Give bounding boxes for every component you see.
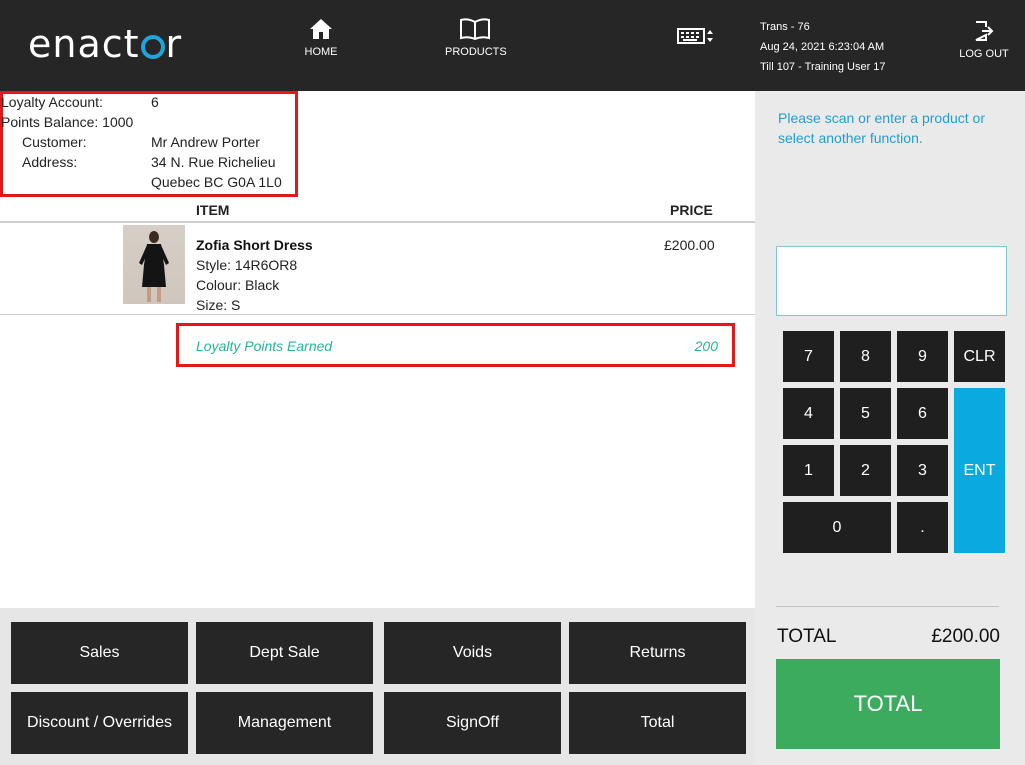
top-bar: enact r HOME PRODUCTS Trans - 76 Aug 24, … — [0, 0, 1025, 91]
key-2[interactable]: 2 — [840, 445, 891, 496]
products-label: PRODUCTS — [445, 46, 507, 58]
discount-overrides-button[interactable]: Discount / Overrides — [11, 692, 188, 754]
home-button[interactable]: HOME — [296, 18, 346, 58]
loyalty-points-label: Loyalty Points Earned — [196, 338, 333, 354]
logout-button[interactable]: LOG OUT — [958, 20, 1010, 60]
key-9[interactable]: 9 — [897, 331, 948, 382]
loyalty-account-value: 6 — [151, 94, 159, 110]
key-3[interactable]: 3 — [897, 445, 948, 496]
total-divider — [776, 606, 999, 607]
function-button-panel: Sales Dept Sale Voids Returns Discount /… — [0, 608, 755, 765]
voids-button[interactable]: Voids — [384, 622, 561, 684]
logo-text: enact r — [28, 22, 183, 66]
key-8[interactable]: 8 — [840, 331, 891, 382]
customer-name: Mr Andrew Porter — [151, 134, 260, 150]
total-function-button[interactable]: Total — [569, 692, 746, 754]
key-5[interactable]: 5 — [840, 388, 891, 439]
dept-sale-button[interactable]: Dept Sale — [196, 622, 373, 684]
sales-button[interactable]: Sales — [11, 622, 188, 684]
entry-field[interactable] — [776, 246, 1007, 316]
loyalty-account-label: Loyalty Account: — [1, 94, 103, 110]
side-panel: Please scan or enter a product or select… — [755, 91, 1025, 765]
till-user: Till 107 - Training User 17 — [760, 61, 886, 73]
home-label: HOME — [304, 46, 338, 58]
total-label: TOTAL — [777, 626, 837, 647]
column-header-price: PRICE — [670, 202, 713, 218]
item-size: Size: S — [196, 297, 241, 313]
trans-datetime: Aug 24, 2021 6:23:04 AM — [760, 41, 885, 53]
logout-label: LOG OUT — [959, 48, 1009, 60]
item-price: £200.00 — [664, 237, 715, 253]
column-header-item: ITEM — [196, 202, 230, 218]
customer-label: Customer: — [22, 134, 87, 150]
management-button[interactable]: Management — [196, 692, 373, 754]
basket-panel: Loyalty Account: 6 Points Balance: 1000 … — [0, 91, 755, 608]
enactor-logo: enact r — [28, 22, 182, 66]
key-decimal[interactable]: . — [897, 502, 948, 553]
prompt-message: Please scan or enter a product or select… — [778, 110, 986, 146]
loyalty-points-row[interactable]: Loyalty Points Earned 200 — [176, 323, 735, 367]
key-7[interactable]: 7 — [783, 331, 834, 382]
total-amount: £200.00 — [931, 626, 1000, 647]
transaction-info: Trans - 76 Aug 24, 2021 6:23:04 AM Till … — [760, 17, 886, 77]
products-button[interactable]: PRODUCTS — [445, 18, 507, 58]
key-1[interactable]: 1 — [783, 445, 834, 496]
key-6[interactable]: 6 — [897, 388, 948, 439]
points-balance: Points Balance: 1000 — [1, 114, 134, 130]
item-name: Zofia Short Dress — [196, 237, 313, 253]
item-colour: Colour: Black — [196, 277, 280, 293]
address-line-2: Quebec BC G0A 1L0 — [151, 174, 282, 190]
home-icon — [310, 19, 332, 39]
logout-icon — [975, 21, 994, 41]
product-image — [123, 225, 185, 304]
trans-number: Trans - 76 — [760, 21, 810, 33]
total-button[interactable]: TOTAL — [776, 659, 1000, 749]
book-icon — [460, 18, 490, 40]
address-label: Address: — [22, 154, 78, 170]
key-enter[interactable]: ENT — [954, 388, 1005, 553]
signoff-button[interactable]: SignOff — [384, 692, 561, 754]
keyboard-toggle-button[interactable] — [677, 26, 715, 51]
header-divider — [0, 221, 755, 223]
returns-button[interactable]: Returns — [569, 622, 746, 684]
key-clear[interactable]: CLR — [954, 331, 1005, 382]
keyboard-icon — [677, 28, 713, 44]
item-style: Style: 14R6OR8 — [196, 257, 298, 273]
key-0[interactable]: 0 — [783, 502, 891, 553]
row-divider — [0, 314, 755, 315]
loyalty-points-value: 200 — [694, 338, 718, 354]
address-line-1: 34 N. Rue Richelieu — [151, 154, 276, 170]
key-4[interactable]: 4 — [783, 388, 834, 439]
